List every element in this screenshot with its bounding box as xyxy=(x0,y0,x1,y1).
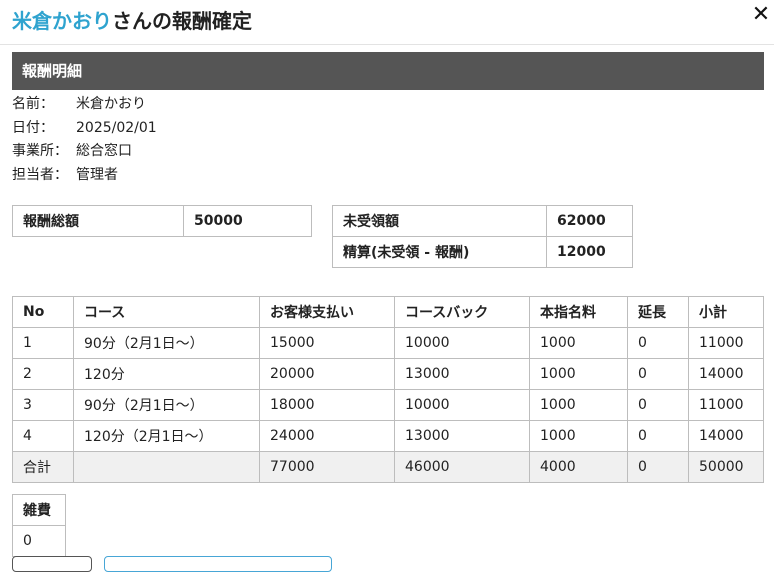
unreceived-label: 未受領額 xyxy=(332,205,547,237)
col-header-nomination-fee: 本指名料 xyxy=(529,296,628,328)
cell-extension: 0 xyxy=(627,389,689,421)
cell-nomination-fee: 1000 xyxy=(529,358,628,390)
col-header-customer-payment: お客様支払い xyxy=(259,296,395,328)
cell-no: 1 xyxy=(12,327,74,359)
cast-name: 米倉かおり xyxy=(12,9,112,33)
dialog-title-suffix: さんの報酬確定 xyxy=(112,9,252,33)
cell-course: 120分（2月1日～） xyxy=(73,420,260,452)
table-row: 0 xyxy=(12,525,66,557)
info-label: 日付 xyxy=(12,119,40,136)
section-header: 報酬明細 xyxy=(12,52,764,90)
unreceived-value: 62000 xyxy=(546,205,633,237)
cancel-button[interactable] xyxy=(12,556,92,572)
info-sep: ： xyxy=(54,143,68,159)
cell-customer-payment: 20000 xyxy=(259,358,395,390)
settlement-label: 精算(未受領 - 報酬) xyxy=(332,236,547,268)
cell-nomination-fee: 1000 xyxy=(529,389,628,421)
cell-subtotal: 11000 xyxy=(688,327,764,359)
table-row: 4 120分（2月1日～） 24000 13000 1000 0 14000 xyxy=(12,420,764,452)
cell-extension: 0 xyxy=(627,327,689,359)
close-icon[interactable]: ✕ xyxy=(750,4,772,26)
reward-total-table: 報酬総額 50000 xyxy=(12,205,312,237)
table-row: 未受領額 62000 xyxy=(332,205,633,237)
cell-total-label: 合計 xyxy=(12,451,74,483)
dialog-title: 米倉かおりさんの報酬確定 xyxy=(12,8,252,34)
info-value: 管理者 xyxy=(76,166,118,183)
reward-detail-table: No コース お客様支払い コースバック 本指名料 延長 小計 1 90分（2月… xyxy=(12,296,764,483)
info-block: 名前： 米倉かおり 日付： 2025/02/01 事業所： 総合窓口 担当者： 管理者 xyxy=(12,93,157,187)
col-header-course-back: コースバック xyxy=(394,296,530,328)
settlement-value: 12000 xyxy=(546,236,633,268)
info-row-date: 日付： 2025/02/01 xyxy=(12,117,157,141)
cell-customer-payment: 18000 xyxy=(259,389,395,421)
misc-expense-table: 雑費 0 xyxy=(12,494,66,557)
misc-expense-value: 0 xyxy=(12,525,66,557)
cell-total-extension: 0 xyxy=(627,451,689,483)
cell-course-back: 13000 xyxy=(394,358,530,390)
cell-customer-payment: 24000 xyxy=(259,420,395,452)
info-row-staff: 担当者： 管理者 xyxy=(12,164,157,188)
cell-no: 3 xyxy=(12,389,74,421)
info-label: 担当者 xyxy=(12,166,54,183)
cell-total-subtotal: 50000 xyxy=(688,451,764,483)
cell-no: 4 xyxy=(12,420,74,452)
cell-subtotal: 14000 xyxy=(688,420,764,452)
cell-course-back: 13000 xyxy=(394,420,530,452)
cell-extension: 0 xyxy=(627,358,689,390)
info-value: 総合窓口 xyxy=(76,143,132,159)
cell-course-back: 10000 xyxy=(394,327,530,359)
reward-total-value: 50000 xyxy=(183,205,312,237)
cell-no: 2 xyxy=(12,358,74,390)
cell-total-course-back: 46000 xyxy=(394,451,530,483)
cell-course: 90分（2月1日～） xyxy=(73,389,260,421)
table-total-row: 合計 77000 46000 4000 0 50000 xyxy=(12,451,764,483)
table-row: 1 90分（2月1日～） 15000 10000 1000 0 11000 xyxy=(12,327,764,359)
table-header-row: No コース お客様支払い コースバック 本指名料 延長 小計 xyxy=(12,296,764,328)
cell-subtotal: 11000 xyxy=(688,389,764,421)
info-sep: ： xyxy=(54,166,68,183)
info-sep: ： xyxy=(40,119,54,136)
table-row: 3 90分（2月1日～） 18000 10000 1000 0 11000 xyxy=(12,389,764,421)
reward-total-label: 報酬総額 xyxy=(12,205,184,237)
col-header-extension: 延長 xyxy=(627,296,689,328)
info-label: 事業所 xyxy=(12,143,54,159)
cell-customer-payment: 15000 xyxy=(259,327,395,359)
cell-course: 120分 xyxy=(73,358,260,390)
table-header-row: 雑費 xyxy=(12,494,66,526)
cell-extension: 0 xyxy=(627,420,689,452)
info-value: 米倉かおり xyxy=(76,96,146,112)
cell-total-course xyxy=(73,451,260,483)
table-row: 報酬総額 50000 xyxy=(12,205,312,237)
table-row: 2 120分 20000 13000 1000 0 14000 xyxy=(12,358,764,390)
info-row-office: 事業所： 総合窓口 xyxy=(12,140,157,164)
dialog-title-bar: 米倉かおりさんの報酬確定 ✕ xyxy=(0,0,774,45)
cell-nomination-fee: 1000 xyxy=(529,420,628,452)
col-header-no: No xyxy=(12,296,74,328)
misc-expense-label: 雑費 xyxy=(12,494,66,526)
info-sep: ： xyxy=(40,96,54,112)
table-row: 精算(未受領 - 報酬) 12000 xyxy=(332,236,633,268)
cell-total-customer-payment: 77000 xyxy=(259,451,395,483)
cell-course-back: 10000 xyxy=(394,389,530,421)
col-header-subtotal: 小計 xyxy=(688,296,764,328)
info-label: 名前 xyxy=(12,96,40,112)
cell-subtotal: 14000 xyxy=(688,358,764,390)
cell-total-nomination-fee: 4000 xyxy=(529,451,628,483)
info-value: 2025/02/01 xyxy=(76,119,157,136)
col-header-course: コース xyxy=(73,296,260,328)
confirm-button[interactable] xyxy=(104,556,332,572)
settlement-table: 未受領額 62000 精算(未受領 - 報酬) 12000 xyxy=(332,205,633,268)
info-row-name: 名前： 米倉かおり xyxy=(12,93,157,117)
cell-nomination-fee: 1000 xyxy=(529,327,628,359)
cell-course: 90分（2月1日～） xyxy=(73,327,260,359)
